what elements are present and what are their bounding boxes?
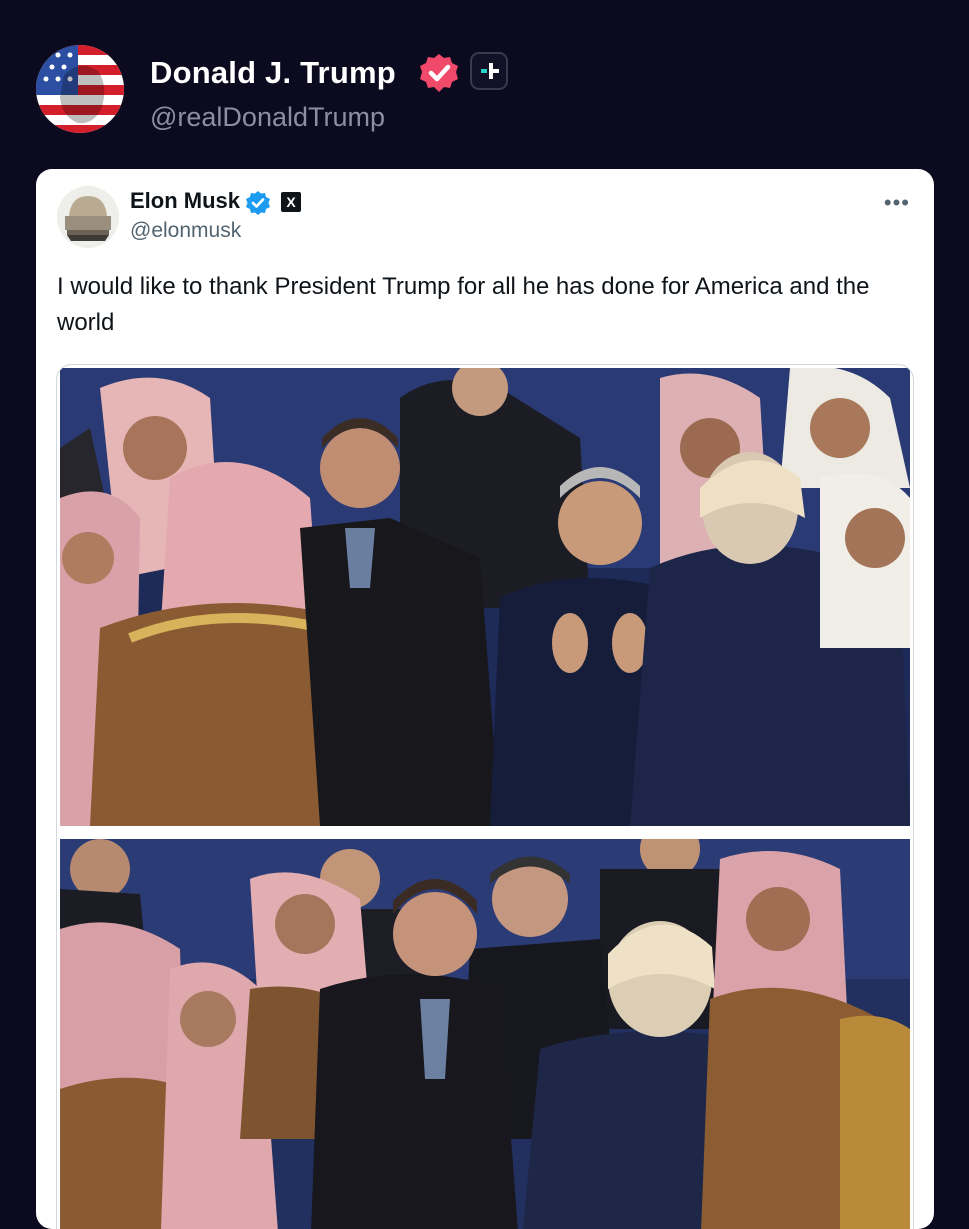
verified-badge-icon [420,54,458,92]
quoted-post-card[interactable]: Elon Musk X @elonmusk ••• I would like t… [36,169,934,1229]
avatar-icon [57,186,119,248]
quoted-avatar[interactable] [57,186,119,248]
plus-badge-icon [470,52,508,90]
quoted-handle[interactable]: @elonmusk [130,218,241,244]
more-options-icon[interactable]: ••• [884,192,910,214]
x-badge-icon: X [281,192,301,212]
profile-avatar[interactable] [36,45,124,133]
media-grid[interactable] [56,364,914,1229]
flag-face-avatar-icon [36,45,124,133]
quoted-post-text: I would like to thank President Trump fo… [57,273,870,336]
display-name[interactable]: Donald J. Trump [150,54,396,92]
group-photo-1[interactable] [60,368,910,826]
quoted-display-name[interactable]: Elon Musk [130,187,240,215]
user-handle[interactable]: @realDonaldTrump [150,100,385,134]
group-photo-2[interactable] [60,839,910,1229]
post-header: Donald J. Trump @realDonaldTrump [0,0,969,160]
verified-badge-icon [246,191,270,215]
